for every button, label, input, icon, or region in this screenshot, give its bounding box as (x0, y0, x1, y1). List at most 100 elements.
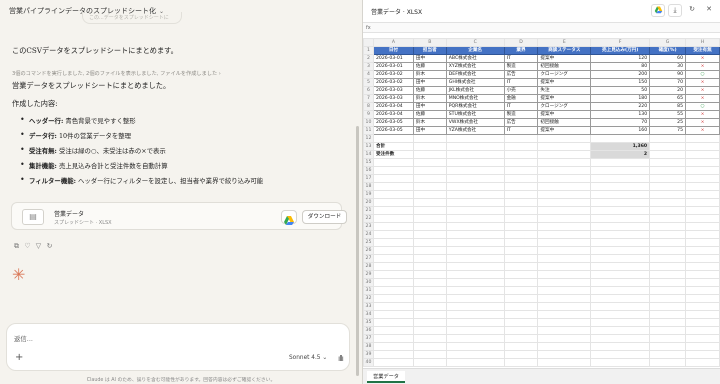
data-cell[interactable]: 佐藤 (412, 86, 447, 95)
column-letter[interactable]: B (412, 38, 447, 47)
row-number[interactable]: 40 (363, 358, 374, 367)
data-cell[interactable]: 75 (649, 126, 687, 135)
row-number[interactable]: 30 (363, 278, 374, 287)
empty-cell[interactable] (685, 326, 720, 335)
empty-cell[interactable] (412, 206, 447, 215)
empty-cell[interactable] (445, 294, 505, 303)
empty-cell[interactable] (649, 190, 687, 199)
empty-cell[interactable] (590, 198, 651, 207)
empty-cell[interactable] (537, 286, 592, 295)
sheet-grid[interactable]: A B C D E F G H 1 日付 担当者 企業名 業界 商談ステータス 売上見込み(万円) 確度(%)… (363, 38, 720, 367)
empty-cell[interactable] (590, 278, 651, 287)
empty-cell[interactable] (503, 358, 539, 367)
empty-cell[interactable] (537, 166, 592, 175)
empty-cell[interactable] (590, 134, 651, 143)
data-cell[interactable]: 85 (649, 102, 687, 111)
empty-cell[interactable] (503, 326, 539, 335)
empty-cell[interactable] (649, 302, 687, 311)
empty-cell[interactable] (412, 310, 447, 319)
empty-cell[interactable] (590, 182, 651, 191)
row-number[interactable]: 28 (363, 262, 374, 271)
empty-cell[interactable] (590, 174, 651, 183)
data-cell[interactable]: DEF株式会社 (445, 70, 505, 79)
empty-cell[interactable] (445, 214, 505, 223)
empty-cell[interactable] (685, 198, 720, 207)
data-cell[interactable]: × (685, 94, 720, 103)
empty-cell[interactable] (412, 350, 447, 359)
data-cell[interactable]: 提案中 (537, 54, 592, 63)
empty-cell[interactable] (685, 278, 720, 287)
empty-cell[interactable] (445, 142, 505, 151)
empty-cell[interactable] (685, 166, 720, 175)
empty-cell[interactable] (412, 342, 447, 351)
empty-cell[interactable] (445, 302, 505, 311)
data-cell[interactable]: × (685, 118, 720, 127)
data-cell[interactable]: 30 (649, 62, 687, 71)
data-cell[interactable]: 2026-03-05 (372, 118, 414, 127)
download-button[interactable]: ダウンロード (302, 210, 347, 224)
data-cell[interactable]: 200 (590, 70, 651, 79)
empty-cell[interactable] (590, 214, 651, 223)
won-count-value[interactable]: 2 (590, 150, 651, 159)
empty-cell[interactable] (685, 214, 720, 223)
data-cell[interactable]: × (685, 86, 720, 95)
row-number[interactable]: 3 (363, 62, 374, 71)
row-number[interactable]: 19 (363, 190, 374, 199)
empty-cell[interactable] (445, 150, 505, 159)
empty-cell[interactable] (445, 318, 505, 327)
empty-cell[interactable] (445, 206, 505, 215)
empty-cell[interactable] (590, 294, 651, 303)
empty-cell[interactable] (503, 286, 539, 295)
empty-cell[interactable] (685, 238, 720, 247)
empty-cell[interactable] (537, 142, 592, 151)
data-cell[interactable]: 2026-03-01 (372, 54, 414, 63)
row-number[interactable]: 26 (363, 246, 374, 255)
total-label[interactable]: 合計 (372, 142, 414, 151)
data-cell[interactable]: × (685, 54, 720, 63)
data-cell[interactable]: 220 (590, 102, 651, 111)
empty-cell[interactable] (412, 270, 447, 279)
empty-cell[interactable] (372, 326, 414, 335)
data-cell[interactable]: IT (503, 126, 539, 135)
data-cell[interactable]: クロージング (537, 102, 592, 111)
empty-cell[interactable] (372, 246, 414, 255)
row-number[interactable]: 6 (363, 86, 374, 95)
empty-cell[interactable] (537, 158, 592, 167)
empty-cell[interactable] (685, 302, 720, 311)
empty-cell[interactable] (649, 174, 687, 183)
empty-cell[interactable] (685, 286, 720, 295)
empty-cell[interactable] (590, 254, 651, 263)
empty-cell[interactable] (685, 158, 720, 167)
empty-cell[interactable] (537, 294, 592, 303)
empty-cell[interactable] (503, 318, 539, 327)
data-cell[interactable]: 製造 (503, 62, 539, 71)
empty-cell[interactable] (503, 174, 539, 183)
empty-cell[interactable] (537, 198, 592, 207)
empty-cell[interactable] (685, 142, 720, 151)
empty-cell[interactable] (503, 166, 539, 175)
data-cell[interactable]: 55 (649, 110, 687, 119)
empty-cell[interactable] (445, 134, 505, 143)
empty-cell[interactable] (649, 222, 687, 231)
row-number[interactable]: 33 (363, 302, 374, 311)
empty-cell[interactable] (649, 182, 687, 191)
empty-cell[interactable] (412, 286, 447, 295)
empty-cell[interactable] (649, 270, 687, 279)
empty-cell[interactable] (649, 326, 687, 335)
empty-cell[interactable] (537, 302, 592, 311)
empty-cell[interactable] (685, 342, 720, 351)
data-cell[interactable]: 小売 (503, 86, 539, 95)
empty-cell[interactable] (503, 334, 539, 343)
empty-cell[interactable] (537, 318, 592, 327)
empty-cell[interactable] (590, 166, 651, 175)
empty-cell[interactable] (503, 190, 539, 199)
empty-cell[interactable] (412, 142, 447, 151)
empty-cell[interactable] (503, 262, 539, 271)
empty-cell[interactable] (372, 238, 414, 247)
empty-cell[interactable] (685, 334, 720, 343)
row-number[interactable]: 12 (363, 134, 374, 143)
empty-cell[interactable] (445, 326, 505, 335)
column-letter[interactable]: C (445, 38, 505, 47)
empty-cell[interactable] (590, 230, 651, 239)
data-cell[interactable]: 150 (590, 78, 651, 87)
